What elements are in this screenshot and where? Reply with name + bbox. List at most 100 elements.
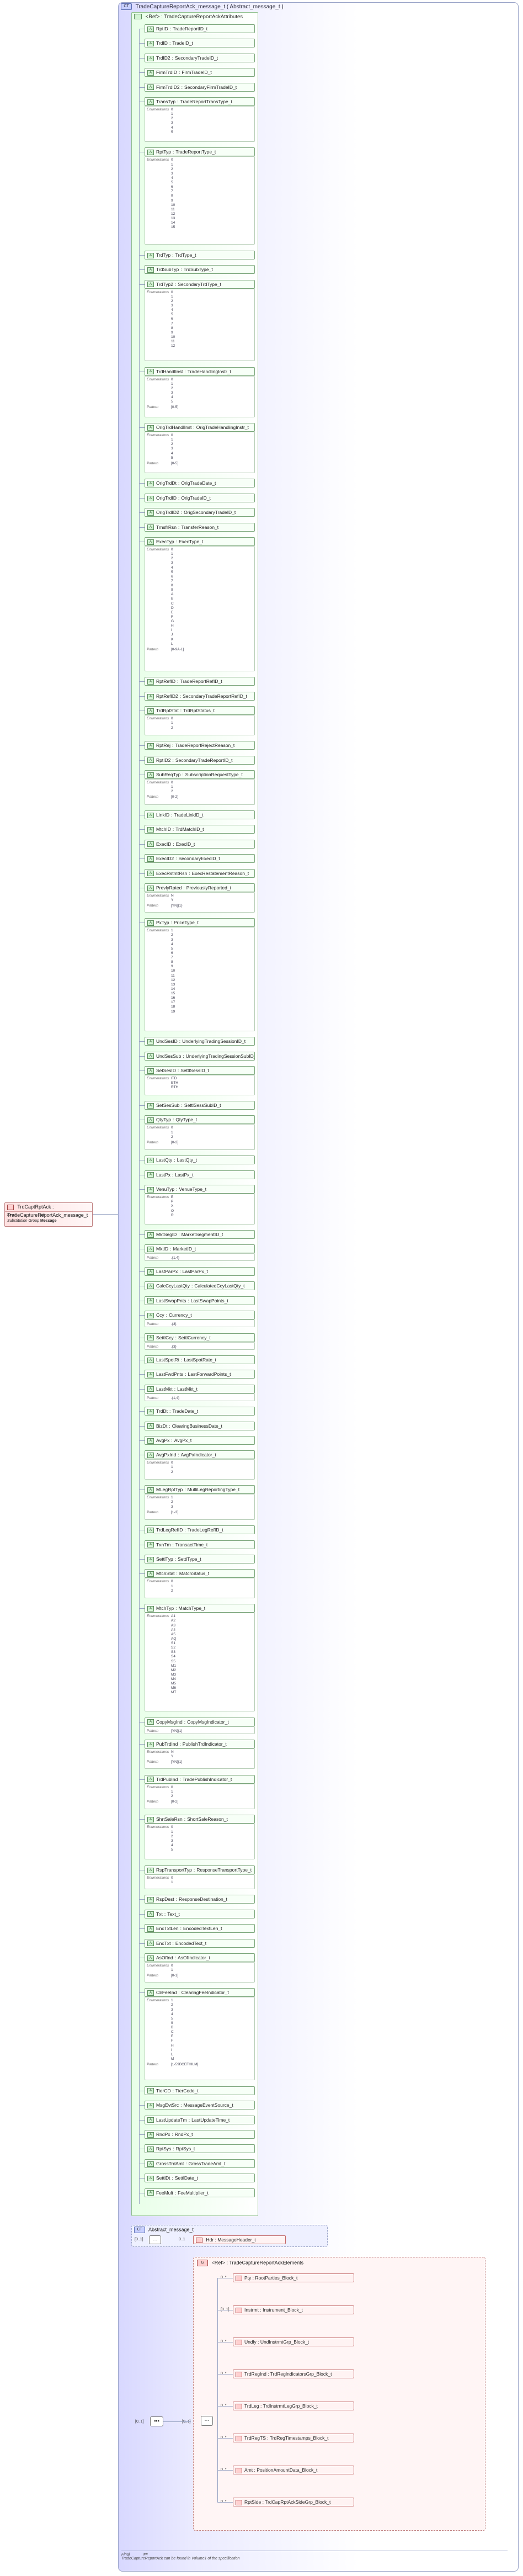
- facet-key: Pattern: [147, 904, 158, 908]
- attribute-icon: A: [147, 2102, 154, 2108]
- attribute-type: LastUpdateTime_t: [191, 2117, 230, 2123]
- attribute-type: FirmTradeID_t: [182, 70, 212, 76]
- facet-value: 1: [171, 294, 173, 299]
- attribute-connector: [139, 269, 145, 271]
- attribute-icon: A: [147, 1606, 154, 1612]
- facet-value: 2: [171, 386, 173, 390]
- facet-value: MT: [171, 1690, 177, 1695]
- attribute-execid2: A ExecID2: SecondaryExecID_t: [145, 854, 255, 863]
- attribute-name: ClrFeeInd: [156, 1990, 177, 1996]
- facet-value: 5: [171, 570, 173, 574]
- attribute-name: RspDest: [156, 1896, 174, 1902]
- facet-key: Pattern: [147, 1396, 158, 1400]
- attribute-bizdt: A BizDt: ClearingBusinessDate_t: [145, 1421, 255, 1430]
- attribute-icon: A: [147, 841, 154, 847]
- attribute-icon: A: [147, 1955, 154, 1961]
- attribute-icon: A: [147, 1556, 154, 1562]
- facet-key: Pattern: [147, 1974, 158, 1978]
- attribute-rsptransporttyp: A RspTransportTyp: ResponseTransportType_t: [145, 1865, 255, 1874]
- attribute-rptsys: A RptSys: RptSys_t: [145, 2144, 255, 2154]
- attribute-rptid: A RptID: TradeReportID_t: [145, 24, 255, 33]
- attribute-icon: A: [147, 1487, 154, 1493]
- attribute-type: MatchType_t: [178, 1605, 206, 1612]
- facet-value: 0: [171, 158, 173, 162]
- sequence-icon: ▪▪▪: [150, 2416, 163, 2426]
- facet-value: 14: [171, 221, 175, 225]
- attribute-rptrefid: A RptRefID: TradeReportRefID_t: [145, 677, 255, 686]
- facet-key: Enumerations: [147, 717, 169, 721]
- facet-value: 6: [171, 185, 173, 189]
- facet-value: Y: [171, 1755, 174, 1759]
- attribute-connector: [139, 1271, 145, 1272]
- attribute-connector: [139, 527, 145, 528]
- attribute-type: GrossTradeAmt_t: [188, 2160, 226, 2166]
- attribute-execrstmtrsn: A ExecRstmtRsn: ExecRestatementReason_t: [145, 868, 255, 878]
- attribute-name: FirmTrdID: [156, 70, 177, 76]
- facet-value: 3: [171, 304, 173, 308]
- attribute-shrtsalersn: A ShrtSaleRsn: ShortSaleReason_t: [145, 1815, 255, 1824]
- elements-group-box: G <Ref> : TradeCaptureReportAckElements: [193, 2257, 485, 2531]
- attribute-facets: Enumerations N Y Pattern [YN]{1}: [145, 892, 255, 913]
- attribute-linkid: A LinkID: TradeLinkID_t: [145, 810, 255, 819]
- attribute-type: MatchStatus_t: [179, 1571, 210, 1577]
- attribute-rspdest: A RspDest: ResponseDestination_t: [145, 1895, 255, 1904]
- attribute-name: PubTrdInd: [156, 1741, 178, 1747]
- attribute-facets: Enumerations E P X O R: [145, 1194, 255, 1225]
- attribute-pubtrdind: A PubTrdInd: PublishTrdIndicator_t: [145, 1740, 255, 1749]
- attribute-connector: [139, 745, 145, 746]
- attribute-trdsubtyp: A TrdSubTyp: TrdSubType_t: [145, 265, 255, 274]
- attribute-icon: A: [147, 425, 154, 431]
- attribute-icon: A: [147, 1232, 154, 1238]
- facet-key: Enumerations: [147, 893, 169, 898]
- attribute-group-label: <Ref> : TradeCaptureReportAckAttributes: [145, 14, 243, 20]
- attribute-connector: [139, 1374, 145, 1375]
- facet-value: 1: [171, 1789, 173, 1794]
- facet-value: N: [171, 1750, 174, 1755]
- attribute-type: OrigSecondaryTradeID_t: [184, 510, 236, 516]
- facet-value: 2: [171, 1588, 173, 1593]
- attribute-connector: [139, 1928, 145, 1930]
- facet-value: [0-1]: [171, 1974, 179, 1978]
- facet-value: F: [171, 614, 173, 619]
- attribute-icon: A: [147, 1386, 154, 1392]
- attribute-connector: [139, 858, 145, 860]
- facet-value: 2: [171, 933, 173, 937]
- root-prop-val: ##: [40, 1213, 45, 1217]
- attribute-name: MktID: [156, 1246, 169, 1252]
- attribute-pxtyp: A PxTyp: PriceType_t: [145, 918, 255, 927]
- facet-value: 9: [171, 330, 173, 335]
- attribute-type: SettlDate_t: [174, 2175, 198, 2181]
- attribute-mktid: A MktID: MarketID_t: [145, 1244, 255, 1254]
- attribute-icon: A: [147, 1186, 154, 1192]
- attribute-connector: [139, 1899, 145, 1900]
- facet-value: L: [171, 2052, 173, 2056]
- facet-value: 7: [171, 321, 173, 326]
- attribute-connector: [139, 1315, 145, 1316]
- attribute-connector: [139, 29, 140, 2204]
- attribute-undsesid: A UndSesID: UnderlyingTradingSessionID_t: [145, 1037, 255, 1046]
- facet-value: A2: [171, 1619, 175, 1623]
- element-trdregts: TrdRegTS : TrdRegTimestamps_Block_t: [233, 2434, 354, 2442]
- attribute-icon: A: [147, 26, 154, 32]
- facet-value: 0: [171, 1579, 173, 1584]
- attribute-type: TradeHandlingInstr_t: [187, 368, 231, 374]
- attribute-type: SubscriptionRequestType_t: [185, 772, 243, 777]
- attribute-type: LastMkt_t: [177, 1386, 198, 1392]
- attribute-icon: A: [147, 1068, 154, 1074]
- facet-value: 4: [171, 942, 173, 946]
- attribute-venutyp: A VenuTyp: VenueType_t: [145, 1185, 255, 1194]
- attribute-icon: A: [147, 1990, 154, 1996]
- facet-value: [0-5]: [171, 461, 179, 465]
- footer-val: ##: [143, 2553, 148, 2557]
- attribute-connector: [139, 483, 145, 484]
- hdr-element: Hdr : MessageHeader_t: [193, 2235, 286, 2244]
- attribute-lastswappnts: A LastSwapPnts: LastSwapPoints_t: [145, 1296, 255, 1305]
- attribute-connector: [139, 427, 145, 428]
- facet-value: 1: [171, 721, 173, 725]
- attribute-connector: [139, 681, 145, 682]
- attribute-facets: Pattern .{3}: [145, 1342, 255, 1350]
- attribute-group-icon: [134, 14, 142, 20]
- facet-value: 5: [171, 946, 173, 951]
- attribute-type: AvgPx_t: [174, 1437, 192, 1443]
- root-prop-key: Final: [7, 1213, 16, 1217]
